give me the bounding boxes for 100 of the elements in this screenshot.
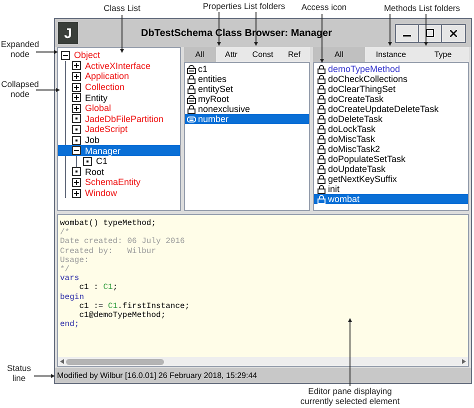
method-item[interactable]: getNextKeySuffix: [314, 174, 468, 184]
scroll-left-icon[interactable]: [60, 359, 64, 364]
code-line: c1 : C1;: [78, 283, 118, 292]
horizontal-scrollbar[interactable]: [58, 357, 468, 366]
method-item[interactable]: doCheckCollections: [314, 74, 468, 84]
method-item[interactable]: doUpdateTask: [314, 164, 468, 174]
minus-box-icon[interactable]: [61, 50, 70, 60]
folder-tab[interactable]: Instance: [365, 47, 417, 62]
code-line: begin: [60, 292, 84, 302]
plus-box-icon[interactable]: [72, 61, 81, 70]
code-line: end;: [60, 320, 80, 330]
method-item[interactable]: doPopulateSetTask: [314, 154, 468, 164]
plus-box-icon[interactable]: [72, 104, 81, 113]
method-item[interactable]: doLockTask: [314, 124, 468, 134]
class-tree-item[interactable]: C1: [95, 156, 109, 166]
plus-box-icon[interactable]: [72, 82, 81, 92]
method-label: doLockTask: [328, 124, 376, 134]
method-label: doMiscTask2: [328, 144, 380, 154]
scroll-right-icon[interactable]: [462, 359, 466, 364]
class-tree-item[interactable]: Root: [84, 166, 106, 177]
callout-label: Methods List folders: [382, 3, 462, 13]
code-line: c1 := C1.firstInstance;: [78, 302, 190, 311]
plus-box-icon[interactable]: [72, 188, 81, 198]
folder-tab[interactable]: All: [313, 47, 365, 62]
method-label: getNextKeySuffix: [328, 174, 397, 184]
method-item[interactable]: init: [314, 184, 468, 194]
code-line: Usage:: [60, 256, 89, 265]
property-item[interactable]: number: [185, 114, 309, 124]
method-item[interactable]: doClearThingSet: [314, 84, 468, 94]
callout-label: Collapsed node: [0, 79, 40, 99]
leader-arrow: [36, 88, 60, 92]
class-tree-item[interactable]: SchemaEntity: [84, 177, 142, 188]
leader-arrow: [388, 14, 392, 46]
method-label: wombat: [328, 194, 360, 204]
method-label: doPopulateSetTask: [328, 154, 406, 164]
maximize-icon: [426, 29, 434, 37]
leader-arrow: [34, 374, 55, 378]
plus-box-icon[interactable]: [72, 72, 81, 81]
padlock-icon: [317, 164, 326, 174]
property-label: myRoot: [198, 94, 230, 104]
callout-label: Expanded node: [0, 39, 40, 59]
property-item[interactable]: c1: [185, 64, 309, 74]
padlock-icon: [317, 84, 326, 94]
app-logo: J: [58, 22, 78, 44]
property-label: number: [198, 114, 229, 124]
method-item[interactable]: doCreateUpdateDeleteTask: [314, 104, 468, 114]
method-label: doUpdateTask: [328, 164, 386, 174]
code-line: wombat() typeMethod;: [60, 219, 156, 228]
padlock-icon: [317, 124, 326, 134]
class-tree-item[interactable]: ActiveXInterface: [84, 60, 152, 71]
method-item[interactable]: doDeleteTask: [314, 114, 468, 124]
plus-box-icon[interactable]: [72, 178, 81, 187]
folder-tab[interactable]: Const: [247, 47, 278, 62]
method-label: doCreateUpdateDeleteTask: [328, 104, 439, 114]
method-item[interactable]: wombat: [314, 194, 468, 204]
property-item[interactable]: nonexclusive: [185, 104, 309, 114]
property-label: entities: [198, 74, 227, 84]
class-tree-item[interactable]: JadeDbFilePartition: [84, 114, 165, 124]
class-tree-item[interactable]: Entity: [84, 92, 109, 103]
method-item[interactable]: demoTypeMethod: [314, 64, 468, 74]
code-line: */: [60, 264, 70, 274]
callout-label: Access icon: [300, 2, 348, 12]
dot-box-icon[interactable]: [72, 124, 81, 134]
callout-label: Class List: [102, 3, 142, 13]
method-item[interactable]: doMiscTask: [314, 134, 468, 144]
leader-arrow: [120, 14, 124, 53]
callout-label: Editor pane displaying currently selected element: [299, 386, 401, 406]
scrollbar-thumb[interactable]: [66, 358, 164, 364]
padlock-icon: [317, 74, 326, 84]
plus-box-icon[interactable]: [72, 93, 81, 102]
class-tree-item[interactable]: Application: [84, 71, 130, 82]
class-tree-item[interactable]: Window: [84, 188, 118, 198]
folder-tab[interactable]: All: [184, 47, 216, 62]
code-line: vars: [60, 274, 80, 284]
dot-box-icon[interactable]: [83, 156, 92, 166]
property-item[interactable]: entities: [185, 74, 309, 84]
class-tree-item[interactable]: JadeScript: [84, 124, 129, 134]
class-tree-item[interactable]: Object: [73, 50, 102, 60]
class-tree-item[interactable]: Global: [84, 103, 112, 114]
callout-label: Status line: [6, 363, 32, 383]
property-item[interactable]: entitySet: [185, 84, 309, 94]
folder-tab[interactable]: Type: [417, 47, 469, 62]
dot-box-icon[interactable]: [72, 136, 81, 145]
property-item[interactable]: myRoot: [185, 94, 309, 104]
padlock-icon: [317, 64, 326, 74]
folder-tab[interactable]: Ref: [278, 47, 310, 62]
padlock-icon: [317, 104, 326, 114]
minus-box-icon[interactable]: [72, 146, 81, 156]
method-item[interactable]: doMiscTask2: [314, 144, 468, 154]
method-item[interactable]: doCreateTask: [314, 94, 468, 104]
padlock-icon: [317, 194, 326, 204]
folder-tab[interactable]: Attr: [216, 47, 247, 62]
dot-box-icon[interactable]: [72, 167, 81, 176]
dot-box-icon[interactable]: [72, 114, 81, 124]
class-tree-item[interactable]: Manager: [84, 146, 122, 156]
class-tree-item[interactable]: Collection: [84, 82, 126, 92]
class-tree-item[interactable]: Job: [84, 135, 101, 146]
property-label: nonexclusive: [198, 104, 250, 114]
leader-arrow: [348, 318, 352, 386]
padlock-icon: [317, 114, 326, 124]
